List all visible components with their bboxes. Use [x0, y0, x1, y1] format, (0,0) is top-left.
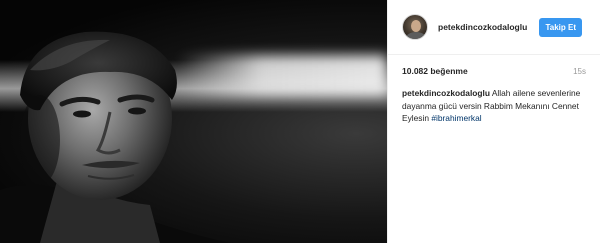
- instagram-post: petekdincozkodaloglu Takip Et 10.082 beğ…: [0, 0, 600, 243]
- stats-row: 10.082 beğenme 15s: [388, 57, 600, 85]
- caption-hashtag[interactable]: #ibrahimerkal: [431, 113, 481, 123]
- caption-username[interactable]: petekdincozkodaloglu: [402, 88, 490, 98]
- header-username[interactable]: petekdincozkodaloglu: [438, 22, 539, 32]
- follow-button[interactable]: Takip Et: [539, 17, 582, 37]
- avatar-shirt: [406, 32, 426, 39]
- post-timestamp[interactable]: 15s: [573, 67, 586, 76]
- post-header: petekdincozkodaloglu Takip Et: [388, 0, 600, 55]
- avatar[interactable]: [402, 14, 428, 40]
- likes-count[interactable]: 10.082 beğenme: [402, 66, 468, 76]
- post-caption: petekdincozkodaloglu Allah ailene sevenl…: [388, 87, 600, 125]
- post-photo[interactable]: [0, 0, 387, 243]
- portrait-figure: [0, 31, 230, 243]
- post-info-panel: petekdincozkodaloglu Takip Et 10.082 beğ…: [387, 0, 600, 243]
- avatar-face: [411, 20, 421, 32]
